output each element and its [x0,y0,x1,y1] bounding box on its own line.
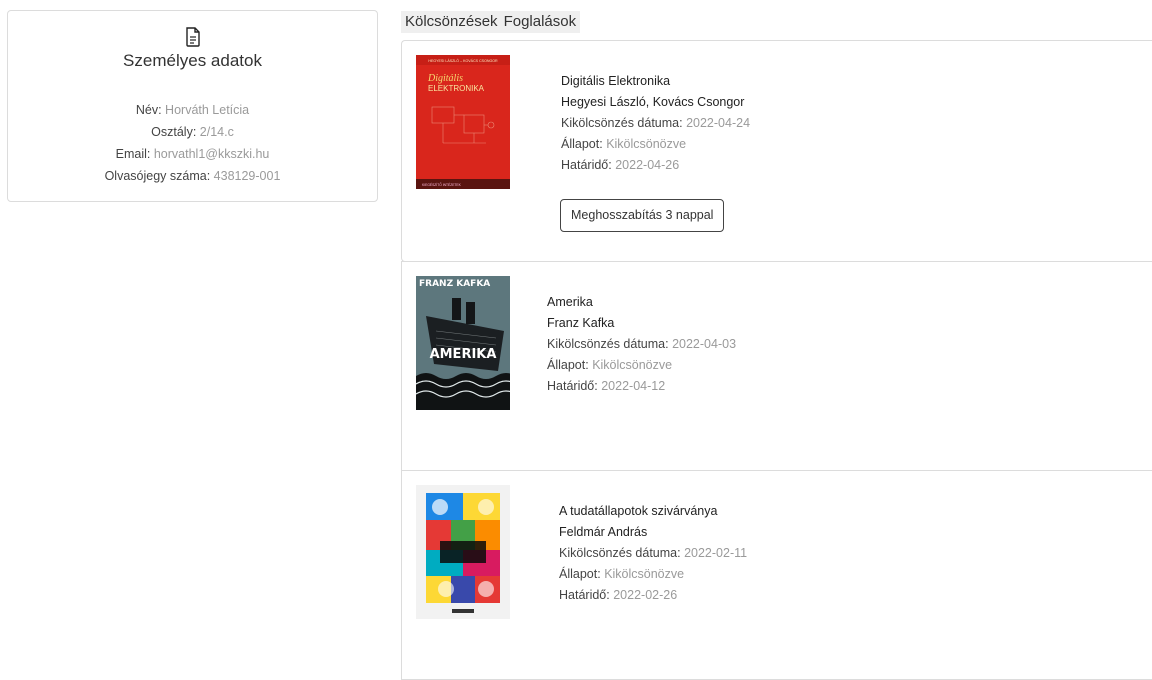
email-value: horvathl1@kkszki.hu [153,147,270,161]
svg-text:AMERIKA: AMERIKA [430,347,497,362]
loan-date-row: Kikölcsönzés dátuma: 2022-04-24 [561,116,751,130]
class-row: Osztály: 2/14.c [151,125,234,139]
extend-loan-button[interactable]: Meghosszabítás 3 nappal [560,199,725,232]
svg-text:ELEKTRONIKA: ELEKTRONIKA [428,84,485,93]
tab-reservations[interactable]: Foglalások [502,11,581,33]
loan-item: HEGYESI LÁSZLÓ – KOVÁCS CSONGOR Digitáli… [401,40,1152,262]
status-row: Állapot: Kikölcsönözve [561,137,687,151]
book-cover-image: FRANZ KAFKA AMERIKA [416,276,510,410]
name-value: Horváth Letícia [165,103,250,117]
book-cover-image: HEGYESI LÁSZLÓ – KOVÁCS CSONGOR Digitáli… [416,55,510,189]
card-number-value: 438129-001 [213,169,281,183]
card-number-row: Olvasójegy száma: 438129-001 [104,169,281,183]
class-value: 2/14.c [199,125,234,139]
svg-text:HEGYESI LÁSZLÓ – KOVÁCS CSONGO: HEGYESI LÁSZLÓ – KOVÁCS CSONGOR [428,58,498,63]
email-row: Email: horvathl1@kkszki.hu [115,147,270,161]
book-title: Amerika [547,295,593,309]
due-date-row: Határidő: 2022-04-12 [547,379,666,393]
tab-loans[interactable]: Kölcsönzések [401,11,502,33]
tab-bar: Kölcsönzések Foglalások [401,11,581,33]
personal-data-card: Személyes adatok Név: Horváth Letícia Os… [7,10,378,202]
status-row: Állapot: Kikölcsönözve [547,358,673,372]
due-date-row: Határidő: 2022-02-26 [559,588,678,602]
name-row: Név: Horváth Letícia [135,103,250,117]
book-author: Feldmár András [559,525,648,539]
due-date-row: Határidő: 2022-04-26 [561,158,680,172]
document-icon [185,27,200,47]
svg-text:KIEGÉSZÍTŐ INTÉZETEK: KIEGÉSZÍTŐ INTÉZETEK [422,182,462,187]
book-cover-image [416,485,510,619]
book-author: Franz Kafka [547,316,615,330]
book-title: A tudatállapotok szivárványa [559,504,718,518]
card-title: Személyes adatok [123,51,262,70]
loan-item: FRANZ KAFKA AMERIKA Amerika Franz Kafka … [401,261,1152,471]
svg-text:Digitális: Digitális [427,73,463,84]
loan-date-row: Kikölcsönzés dátuma: 2022-02-11 [559,546,748,560]
book-title: Digitális Elektronika [561,74,671,88]
book-author: Hegyesi László, Kovács Csongor [561,95,745,109]
svg-text:FRANZ KAFKA: FRANZ KAFKA [419,279,490,289]
status-row: Állapot: Kikölcsönözve [559,567,685,581]
loan-item: A tudatállapotok szivárványa Feldmár And… [401,470,1152,680]
loan-date-row: Kikölcsönzés dátuma: 2022-04-03 [547,337,737,351]
